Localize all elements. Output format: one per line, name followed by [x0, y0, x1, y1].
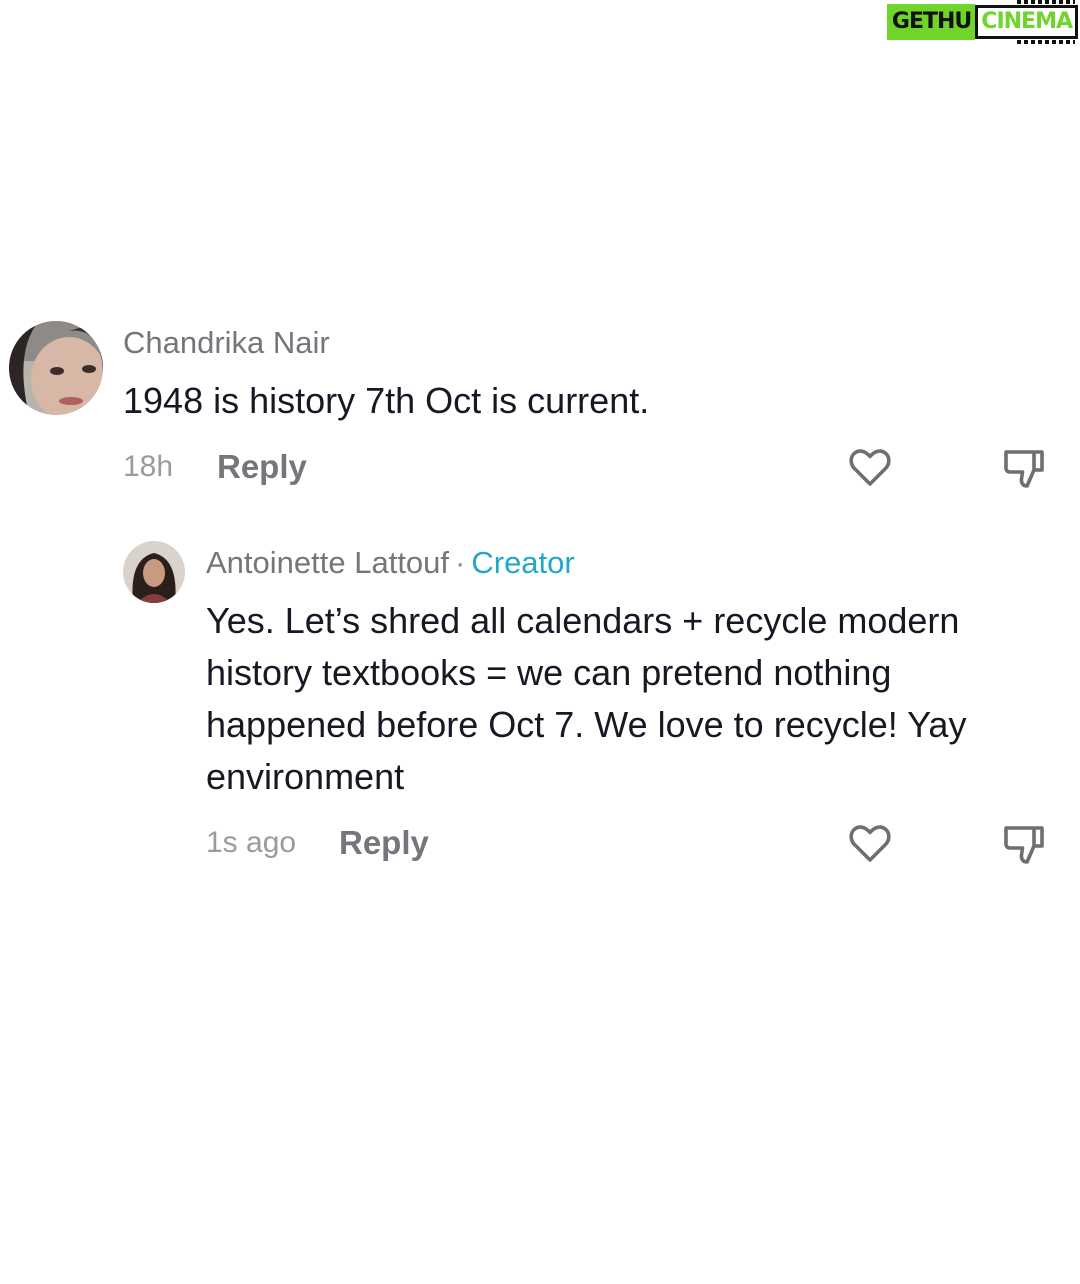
avatar[interactable] — [9, 321, 103, 415]
creator-badge: Creator — [471, 545, 575, 580]
comment-text: Yes. Let’s shred all calendars + recycle… — [206, 600, 967, 797]
heart-outline-icon — [849, 825, 891, 862]
dislike-button[interactable] — [1000, 820, 1048, 868]
avatar-image — [9, 321, 103, 415]
avatar[interactable] — [123, 541, 185, 603]
comment-timestamp: 1s ago — [206, 826, 297, 859]
reply-button[interactable]: Reply — [339, 824, 429, 862]
like-button[interactable] — [846, 820, 894, 868]
comment-username: Antoinette Lattouf · Creator — [206, 545, 575, 581]
thumbs-down-icon — [1004, 450, 1044, 488]
watermark-logo: GETHU CINEMA — [886, 0, 1078, 44]
dislike-button[interactable] — [1000, 444, 1048, 492]
avatar-image — [123, 541, 185, 603]
watermark-part-1: GETHU — [886, 4, 976, 40]
watermark-part-2: CINEMA — [975, 0, 1078, 44]
reply-button[interactable]: Reply — [217, 448, 307, 486]
like-button[interactable] — [846, 444, 894, 492]
comment-text: 1948 is history 7th Oct is current. — [123, 380, 650, 421]
separator-dot: · — [455, 545, 466, 580]
heart-outline-icon — [849, 449, 891, 486]
comment-username[interactable]: Chandrika Nair — [123, 325, 330, 361]
comment-timestamp: 18h — [123, 450, 174, 483]
thumbs-down-icon — [1004, 826, 1044, 864]
creator-username[interactable]: Antoinette Lattouf — [206, 545, 449, 580]
